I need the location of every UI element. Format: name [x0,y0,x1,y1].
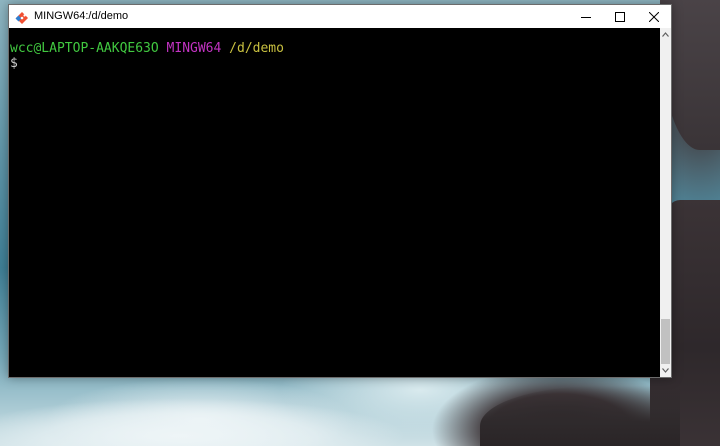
input-line[interactable]: $ [10,56,660,71]
title-bar[interactable]: MINGW64:/d/demo [9,5,671,28]
scroll-down-button[interactable] [660,365,671,376]
scrollbar-thumb[interactable] [661,319,670,364]
input-prefix: $ [10,56,18,71]
chevron-up-icon [662,32,669,37]
desktop-wallpaper-foam [0,376,560,446]
minimize-icon [581,16,591,18]
vertical-scrollbar[interactable] [660,28,671,377]
prompt-cwd: /d/demo [229,41,284,56]
close-icon [649,11,659,22]
close-button[interactable] [637,5,671,28]
maximize-button[interactable] [603,5,637,28]
prompt-user-host: wcc@LAPTOP-AAKQE63O [10,41,159,56]
scroll-up-button[interactable] [660,29,671,40]
prompt-msystem: MINGW64 [166,41,222,56]
terminal-output[interactable]: wcc@LAPTOP-AAKQE63O MINGW64 /d/demo $ [9,28,660,377]
git-bash-icon[interactable] [15,10,29,24]
maximize-icon [615,11,625,22]
chevron-down-icon [662,368,669,373]
prompt-line: wcc@LAPTOP-AAKQE63O MINGW64 /d/demo [10,41,660,56]
window-title: MINGW64:/d/demo [34,10,129,22]
terminal-window[interactable]: MINGW64:/d/demo wcc@LAPTOP-AAKQE63O MING… [8,4,672,378]
minimize-button[interactable] [569,5,603,28]
